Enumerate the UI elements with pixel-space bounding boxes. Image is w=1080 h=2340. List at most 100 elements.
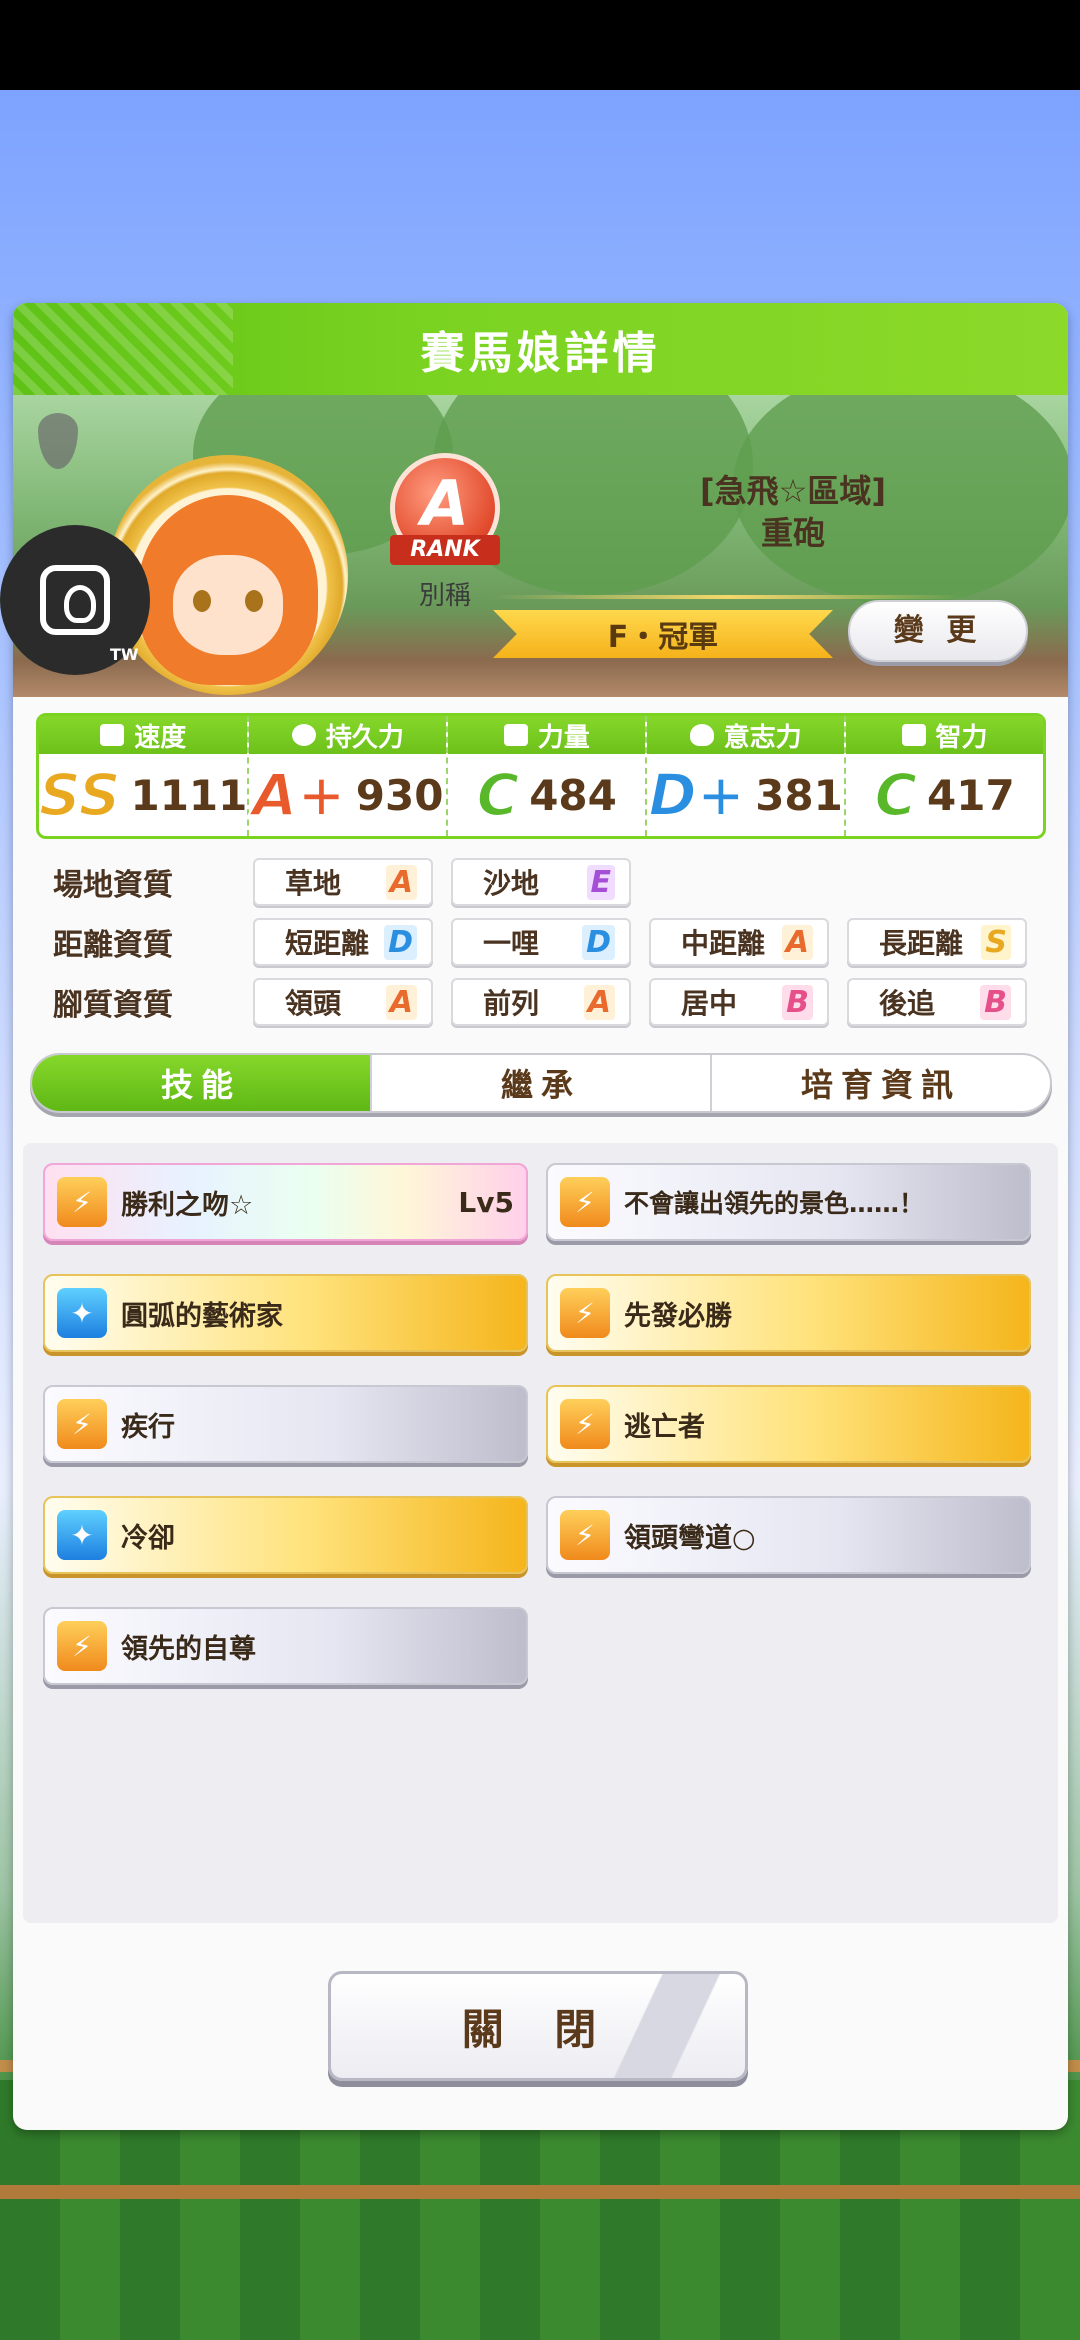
champion-ribbon: F・冠軍 (493, 610, 833, 658)
aptitude-row-distance: 距離資質 短距離 D 一哩 D 中距離 A 長距離 S (53, 918, 1045, 966)
umamusume-detail-dialog: 賽馬娘詳情 A RANK 別稱 [急飛☆區域] 重砲 F・冠軍 變 更 速度 S… (13, 303, 1068, 2130)
skill-name: 先發必勝 (624, 1300, 732, 1332)
aptitude-grade: B (980, 984, 1011, 1020)
aptitude-name: 後追 (879, 987, 936, 1020)
aptitude-grade: D (384, 924, 417, 960)
stat-grade: SS (38, 760, 121, 830)
skill-item[interactable]: ⚡ 逃亡者 (546, 1385, 1031, 1463)
skill-name: 勝利之吻☆ (121, 1189, 254, 1221)
skill-item[interactable]: ✦ 冷卻 (43, 1496, 528, 1574)
nickname-line-1: [急飛☆區域] (700, 472, 886, 510)
nickname-label: 別稱 (418, 581, 471, 611)
aptitude-grade: E (586, 864, 615, 900)
aptitude-cell: 短距離 D (253, 918, 433, 966)
stat-power: 力量 C 484 (448, 716, 648, 836)
skill-item[interactable]: ⚡ 疾行 (43, 1385, 528, 1463)
title-divider (493, 595, 963, 599)
aptitude-cell: 領頭 A (253, 978, 433, 1026)
stat-grade: D+ (647, 760, 746, 830)
skill-item[interactable]: ⚡ 領先的自尊 (43, 1607, 528, 1685)
flame-icon (689, 724, 714, 746)
skill-item[interactable]: ⚡ 勝利之吻☆ Lv5 (43, 1163, 528, 1241)
shoe-icon (100, 724, 125, 746)
aptitude-name: 沙地 (483, 867, 540, 900)
speed-skill-icon: ⚡ (560, 1177, 610, 1227)
speed-skill-icon: ⚡ (57, 1177, 107, 1227)
rank-ribbon: RANK (390, 535, 500, 565)
character-banner: A RANK 別稱 [急飛☆區域] 重砲 F・冠軍 變 更 (13, 395, 1068, 697)
overlay-tag: TW (110, 645, 139, 664)
skill-name: 領先的自尊 (121, 1633, 256, 1665)
skill-item[interactable]: ⚡ 領頭彎道○ (546, 1496, 1031, 1574)
skill-list: ⚡ 勝利之吻☆ Lv5 ⚡ 不會讓出領先的景色……！ ✦ 圓弧的藝術家 ⚡ 先發… (23, 1143, 1058, 1923)
stat-value: 417 (927, 770, 1015, 820)
skill-item[interactable]: ⚡ 不會讓出領先的景色……！ (546, 1163, 1031, 1241)
aptitude-cell: 後追 B (847, 978, 1027, 1026)
recovery-skill-icon: ✦ (57, 1288, 107, 1338)
aptitude-label: 腳質資質 (53, 988, 173, 1023)
speed-skill-icon: ⚡ (57, 1621, 107, 1671)
skill-name: 圓弧的藝術家 (121, 1300, 283, 1332)
skill-name: 疾行 (121, 1411, 175, 1443)
aptitude-cell: 沙地 E (451, 858, 631, 906)
stat-label: 速度 (134, 722, 187, 753)
scan-icon (40, 565, 110, 635)
skill-item[interactable]: ⚡ 先發必勝 (546, 1274, 1031, 1352)
aptitude-label: 場地資質 (53, 868, 173, 903)
stats-panel: 速度 SS 1111 持久力 A+ 930 力量 C 484 意志力 D+ 381 智力… (36, 713, 1046, 839)
stat-speed: 速度 SS 1111 (38, 716, 250, 836)
rank-letter: A (421, 466, 469, 540)
aptitude-row-style: 腳質資質 領頭 A 前列 A 居中 B 後追 B (53, 978, 1045, 1026)
tab-inheritance[interactable]: 繼承 (372, 1055, 712, 1111)
aptitude-name: 一哩 (483, 927, 540, 960)
avatar-face (173, 555, 283, 655)
aptitude-cell: 一哩 D (451, 918, 631, 966)
aptitude-cell: 草地 A (253, 858, 433, 906)
dialog-title: 賽馬娘詳情 (420, 328, 661, 379)
tab-training-info[interactable]: 培育資訊 (712, 1055, 1050, 1111)
skill-name: 不會讓出領先的景色……！ (624, 1189, 925, 1218)
close-button[interactable]: 關 閉 (328, 1971, 748, 2081)
speed-skill-icon: ⚡ (560, 1399, 610, 1449)
aptitude-grade: A (781, 924, 813, 960)
graduation-cap-icon (901, 724, 926, 746)
stat-label: 意志力 (723, 722, 802, 753)
fence-rail-lower (0, 2185, 1080, 2199)
skill-item[interactable]: ✦ 圓弧的藝術家 (43, 1274, 528, 1352)
stat-grade: A+ (251, 760, 346, 830)
aptitude-cell: 中距離 A (649, 918, 829, 966)
speed-skill-icon: ⚡ (57, 1399, 107, 1449)
stat-value: 381 (755, 770, 843, 820)
skill-name: 逃亡者 (624, 1411, 705, 1443)
aptitude-grade: D (582, 924, 615, 960)
tab-skills[interactable]: 技能 (32, 1055, 372, 1111)
stat-guts: 意志力 D+ 381 (647, 716, 847, 836)
aptitude-grade: A (385, 864, 417, 900)
stat-grade: C (873, 760, 918, 830)
speed-skill-icon: ⚡ (560, 1510, 610, 1560)
carrot-icon (38, 413, 78, 469)
stat-label: 持久力 (325, 722, 404, 753)
change-button[interactable]: 變 更 (848, 600, 1028, 662)
aptitude-name: 草地 (285, 867, 342, 900)
aptitude-name: 長距離 (879, 927, 964, 960)
recovery-skill-icon: ✦ (57, 1510, 107, 1560)
aptitude-name: 短距離 (285, 927, 370, 960)
aptitude-cell: 居中 B (649, 978, 829, 1026)
aptitude-grade: B (782, 984, 813, 1020)
status-bar (0, 0, 1080, 90)
heart-icon (291, 724, 316, 746)
stat-value: 484 (529, 770, 617, 820)
aptitude-grade: S (981, 924, 1011, 960)
aptitude-name: 前列 (483, 987, 540, 1020)
close-button-label: 關 閉 (461, 2004, 615, 2054)
stat-value: 930 (355, 770, 444, 820)
skill-name: 領頭彎道○ (624, 1522, 756, 1554)
aptitude-name: 領頭 (285, 987, 342, 1020)
skill-level: Lv5 (458, 1185, 514, 1219)
stat-label: 力量 (537, 722, 590, 753)
nickname-title: [急飛☆區域] 重砲 (653, 470, 933, 554)
stat-wisdom: 智力 C 417 (846, 716, 1044, 836)
skill-name: 冷卻 (121, 1522, 175, 1554)
stat-label: 智力 (935, 722, 988, 753)
